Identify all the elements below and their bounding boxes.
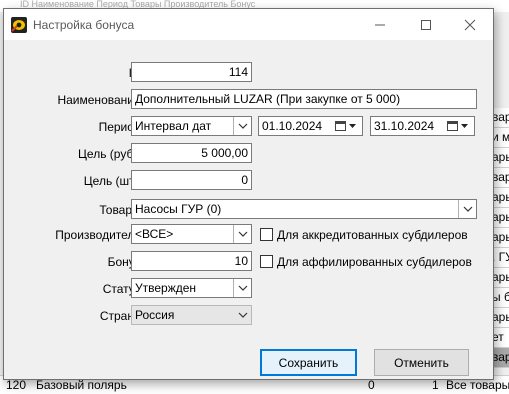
id-label: ID: xyxy=(32,66,144,80)
affiliated-checkbox-label[interactable]: Для аффилированных субдилеров xyxy=(277,255,472,269)
maximize-icon xyxy=(421,19,431,30)
date-from-field[interactable]: 01.10.2024 xyxy=(258,116,363,136)
name-field[interactable]: Дополнительный LUZAR (При закупке от 5 0… xyxy=(131,89,477,109)
chevron-down-icon[interactable] xyxy=(233,225,251,243)
period-type-select[interactable]: Интервал дат xyxy=(131,116,252,136)
manufacturer-label: Производитель: xyxy=(55,228,144,242)
goods-select[interactable]: Насосы ГУР (0) xyxy=(131,199,477,219)
country-select[interactable]: Россия xyxy=(131,305,252,325)
status-label: Статус: xyxy=(102,282,144,296)
status-value: Утвержден xyxy=(135,281,197,295)
target-pcs-label: Цель (шт.): xyxy=(83,174,144,188)
bonus-label: Бонус: xyxy=(107,255,144,269)
bonus-field[interactable]: 10 xyxy=(131,251,252,271)
title-bar[interactable]: Настройка бонуса xyxy=(4,9,493,40)
name-label: Наименование: xyxy=(57,93,144,107)
close-button[interactable] xyxy=(447,9,493,40)
calendar-icon[interactable] xyxy=(447,118,473,134)
minimize-icon xyxy=(375,24,385,25)
accredited-checkbox[interactable] xyxy=(260,228,273,241)
status-select[interactable]: Утвержден xyxy=(131,278,252,298)
app-logo-icon xyxy=(11,17,27,33)
close-icon xyxy=(464,19,476,30)
bonus-settings-dialog: Настройка бонуса ID: 114 Наименование: Д… xyxy=(3,8,494,380)
target-rub-field[interactable]: 5 000,00 xyxy=(131,143,252,163)
period-type-value: Интервал дат xyxy=(135,119,212,133)
chevron-down-icon[interactable] xyxy=(458,200,476,218)
minimize-button[interactable] xyxy=(357,9,403,40)
period-label: Период: xyxy=(98,120,144,134)
date-to-field[interactable]: 31.10.2024 xyxy=(370,116,475,136)
country-value: Россия xyxy=(135,308,175,322)
dialog-title: Настройка бонуса xyxy=(33,18,135,32)
goods-value: Насосы ГУР (0) xyxy=(135,202,222,216)
maximize-button[interactable] xyxy=(403,9,449,40)
manufacturer-value: <ВСЕ> xyxy=(135,227,174,241)
chevron-down-icon[interactable] xyxy=(233,279,251,297)
id-field[interactable]: 114 xyxy=(131,62,252,82)
manufacturer-select[interactable]: <ВСЕ> xyxy=(131,224,252,244)
calendar-icon[interactable] xyxy=(335,118,361,134)
date-from-value: 01.10.2024 xyxy=(262,119,323,133)
affiliated-checkbox[interactable] xyxy=(260,255,273,268)
chevron-down-icon[interactable] xyxy=(234,306,251,324)
goods-label: Товары: xyxy=(99,203,144,217)
target-pcs-field[interactable]: 0 xyxy=(131,170,252,190)
chevron-down-icon[interactable] xyxy=(233,117,251,135)
target-rub-label: Цель (руб.): xyxy=(78,147,144,161)
country-label: Страна: xyxy=(99,309,144,323)
save-button[interactable]: Сохранить xyxy=(260,349,357,376)
accredited-checkbox-label[interactable]: Для аккредитованных субдилеров xyxy=(277,228,468,242)
cancel-button[interactable]: Отменить xyxy=(374,349,469,376)
date-to-value: 31.10.2024 xyxy=(374,119,435,133)
